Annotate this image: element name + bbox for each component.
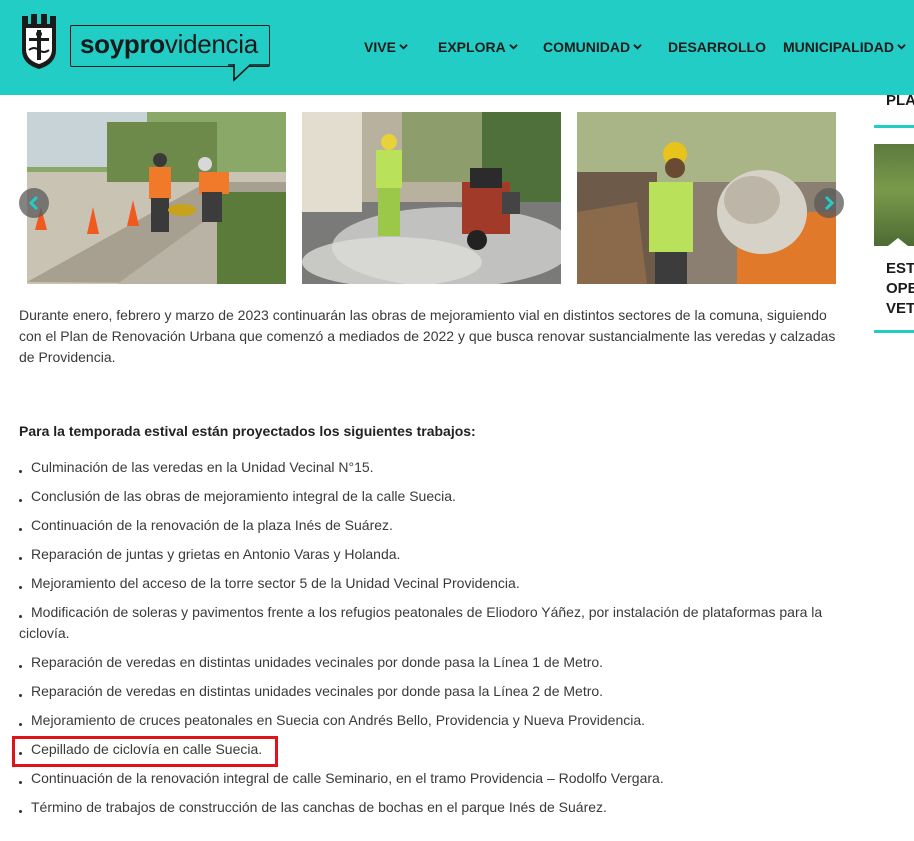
site-header: soyprovidencia VIVE EXPLORA COMUNIDAD DE… — [0, 0, 914, 95]
gallery-image-2[interactable] — [302, 112, 561, 284]
list-item: Conclusión de las obras de mejoramiento … — [19, 486, 849, 507]
chevron-down-icon — [399, 44, 408, 50]
sidebar-title-line: EST — [886, 260, 914, 277]
nav-item-label: EXPLORA — [438, 39, 506, 55]
nav-item-label: VIVE — [364, 39, 396, 55]
logo-wordmark-regular: videncia — [164, 29, 258, 59]
list-item: Culminación de las veredas en la Unidad … — [19, 457, 849, 478]
gallery-image-3[interactable] — [577, 112, 836, 284]
sidebar-divider — [874, 125, 914, 128]
gallery-image-1[interactable] — [27, 112, 286, 284]
nav-item-label: MUNICIPALIDAD — [783, 39, 894, 55]
chevron-down-icon — [633, 44, 642, 50]
list-item: Término de trabajos de construcción de l… — [19, 797, 849, 818]
logo-wordmark[interactable]: soyprovidencia — [80, 29, 258, 59]
nav-item-explora[interactable]: EXPLORA — [438, 38, 518, 56]
sidebar-title-line: VET — [886, 300, 914, 317]
sidebar-divider — [874, 330, 914, 333]
list-item: Continuación de la renovación de la plaz… — [19, 515, 849, 536]
nav-item-municipalidad[interactable]: MUNICIPALIDAD — [783, 38, 906, 56]
list-item: Mejoramiento de cruces peatonales en Sue… — [19, 710, 849, 731]
sidebar-article-title-2[interactable]: EST OPE VET — [886, 259, 914, 319]
works-list: Culminación de las veredas en la Unidad … — [19, 457, 849, 826]
nav-item-vive[interactable]: VIVE — [364, 38, 408, 56]
article-intro: Durante enero, febrero y marzo de 2023 c… — [19, 307, 836, 365]
gallery-prev-button[interactable] — [19, 188, 49, 218]
chevron-down-icon — [897, 44, 906, 50]
chevron-down-icon — [508, 44, 518, 50]
chevron-right-icon — [824, 195, 835, 211]
sidebar-article-title[interactable]: PLA — [886, 92, 914, 110]
list-item: Reparación de veredas en distintas unida… — [19, 681, 849, 702]
list-item: Reparación de veredas en distintas unida… — [19, 652, 849, 673]
sidebar-article-thumbnail[interactable] — [874, 144, 914, 246]
logo-speech-tail — [228, 64, 270, 82]
nav-item-label: DESARROLLO — [668, 39, 766, 55]
highlight-annotation-box — [12, 736, 278, 767]
providencia-crest-icon[interactable] — [20, 14, 58, 70]
gallery-next-button[interactable] — [814, 188, 844, 218]
chevron-left-icon — [28, 195, 39, 211]
list-item: Continuación de la renovación integral d… — [19, 768, 849, 789]
nav-item-label: COMUNIDAD — [543, 39, 631, 55]
article-subheading: Para la temporada estival están proyecta… — [19, 423, 476, 439]
thumbnail-notch — [888, 238, 908, 246]
list-item: Modificación de soleras y pavimentos fre… — [19, 602, 849, 644]
nav-item-comunidad[interactable]: COMUNIDAD — [543, 38, 642, 56]
sidebar-title-line: OPE — [886, 280, 914, 297]
logo-wordmark-bold: soypro — [80, 29, 165, 59]
nav-item-desarrollo[interactable]: DESARROLLO — [668, 38, 766, 56]
list-item: Mejoramiento del acceso de la torre sect… — [19, 573, 849, 594]
list-item: Reparación de juntas y grietas en Antoni… — [19, 544, 849, 565]
